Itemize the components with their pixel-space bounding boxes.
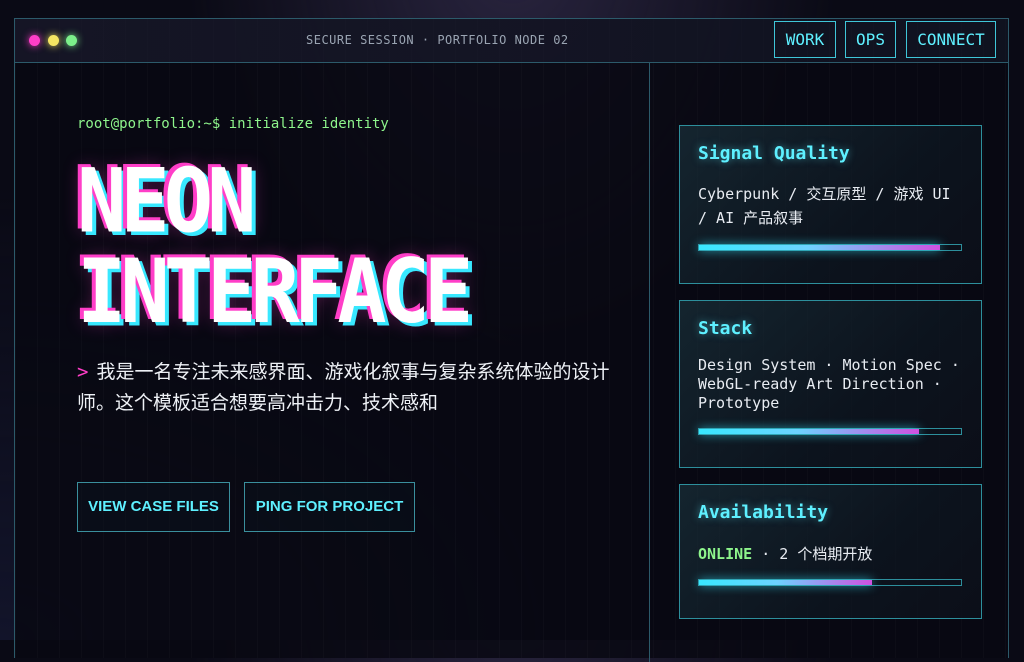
availability-text: · 2 个档期开放 — [752, 545, 873, 563]
hero-title: NEON INTERFACE — [77, 150, 473, 344]
card-text: ONLINE · 2 个档期开放 — [698, 542, 967, 566]
signal-progress-bar — [698, 244, 962, 251]
card-text: Cyberpunk / 交互原型 / 游戏 UI / AI 产品叙事 — [698, 185, 951, 227]
title-bar: SECURE SESSION · PORTFOLIO NODE 02 WORK … — [15, 19, 1008, 63]
column-divider — [649, 62, 650, 662]
browser-window: SECURE SESSION · PORTFOLIO NODE 02 WORK … — [14, 18, 1009, 662]
hero-description: > 我是一名专注未来感界面、游戏化叙事与复杂系统体验的设计师。这个模板适合想要高冲… — [77, 357, 617, 419]
close-dot-icon[interactable] — [29, 35, 40, 46]
card-text: Design System · Motion Spec · WebGL-read… — [698, 356, 960, 412]
nav-connect-link[interactable]: CONNECT — [906, 21, 996, 58]
hero-description-text: 我是一名专注未来感界面、游戏化叙事与复杂系统体验的设计师。这个模板适合想要高冲击… — [77, 361, 610, 414]
hero-title-line-2: INTERFACE — [77, 241, 473, 344]
availability-progress-bar — [698, 579, 962, 586]
view-case-files-button[interactable]: VIEW CASE FILES — [77, 482, 230, 532]
progress-fill — [699, 429, 920, 434]
hero-title-line-1: NEON — [77, 150, 256, 254]
prompt-arrow-icon: > — [77, 361, 89, 383]
nav-ops-link[interactable]: OPS — [845, 21, 896, 58]
progress-fill — [699, 580, 872, 585]
card-title: Availability — [698, 502, 829, 523]
stack-progress-bar — [698, 428, 962, 435]
nav-work-link[interactable]: WORK — [774, 21, 836, 58]
progress-fill — [699, 245, 941, 250]
card-title: Stack — [698, 318, 753, 339]
availability-card: Availability ONLINE · 2 个档期开放 — [679, 484, 982, 619]
terminal-prompt: root@portfolio:~$ initialize identity — [77, 116, 389, 132]
stack-card: Stack Design System · Motion Spec · WebG… — [679, 300, 982, 468]
session-label: SECURE SESSION · PORTFOLIO NODE 02 — [306, 33, 569, 47]
minimize-dot-icon[interactable] — [48, 35, 59, 46]
signal-quality-card: Signal Quality Cyberpunk / 交互原型 / 游戏 UI … — [679, 125, 982, 284]
card-title: Signal Quality — [698, 143, 850, 164]
status-badge: ONLINE — [698, 545, 753, 563]
ping-for-project-button[interactable]: PING FOR PROJECT — [244, 482, 415, 532]
maximize-dot-icon[interactable] — [66, 35, 77, 46]
